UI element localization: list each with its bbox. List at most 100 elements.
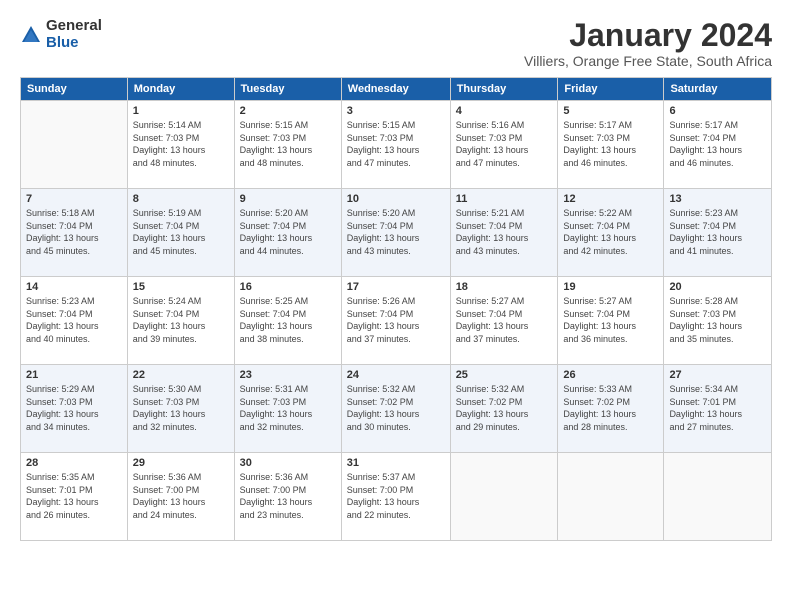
day-number: 29 [133,457,229,469]
logo-text: General Blue [46,18,102,51]
day-info: Sunrise: 5:26 AM Sunset: 7:04 PM Dayligh… [347,295,445,345]
day-info: Sunrise: 5:33 AM Sunset: 7:02 PM Dayligh… [563,383,658,433]
day-info: Sunrise: 5:36 AM Sunset: 7:00 PM Dayligh… [240,471,336,521]
table-row: 4 Sunrise: 5:16 AM Sunset: 7:03 PM Daylig… [450,101,558,189]
day-info: Sunrise: 5:24 AM Sunset: 7:04 PM Dayligh… [133,295,229,345]
table-row: 25 Sunrise: 5:32 AM Sunset: 7:02 PM Dayli… [450,365,558,453]
table-row: 30 Sunrise: 5:36 AM Sunset: 7:00 PM Dayli… [234,453,341,541]
day-number: 8 [133,193,229,205]
day-number: 17 [347,281,445,293]
header: General Blue January 2024 Villiers, Oran… [20,18,772,69]
table-row: 3Sunrise: 5:15 AM Sunset: 7:03 PM Daylig… [341,101,450,189]
day-number: 30 [240,457,336,469]
day-info: Sunrise: 5:14 AM Sunset: 7:03 PM Dayligh… [133,119,229,169]
header-friday: Friday [558,78,664,101]
table-row: 26Sunrise: 5:33 AM Sunset: 7:02 PM Dayli… [558,365,664,453]
day-number: 6 [669,105,766,117]
day-info: Sunrise: 5:22 AM Sunset: 7:04 PM Dayligh… [563,207,658,257]
day-number: 23 [240,369,336,381]
day-number: 22 [133,369,229,381]
day-info: Sunrise: 5:20 AM Sunset: 7:04 PM Dayligh… [347,207,445,257]
title-month: January 2024 [524,18,772,53]
table-row [21,101,128,189]
table-row: 24Sunrise: 5:32 AM Sunset: 7:02 PM Dayli… [341,365,450,453]
day-info: Sunrise: 5:21 AM Sunset: 7:04 PM Dayligh… [456,207,553,257]
header-saturday: Saturday [664,78,772,101]
day-number: 11 [456,193,553,205]
day-info: Sunrise: 5:17 AM Sunset: 7:04 PM Dayligh… [669,119,766,169]
logo-icon [20,24,42,46]
day-number: 31 [347,457,445,469]
day-info: Sunrise: 5:28 AM Sunset: 7:03 PM Dayligh… [669,295,766,345]
table-row: 13 Sunrise: 5:23 AM Sunset: 7:04 PM Dayli… [664,189,772,277]
day-info: Sunrise: 5:15 AM Sunset: 7:03 PM Dayligh… [240,119,336,169]
day-info: Sunrise: 5:31 AM Sunset: 7:03 PM Dayligh… [240,383,336,433]
table-row: 31 Sunrise: 5:37 AM Sunset: 7:00 PM Dayli… [341,453,450,541]
calendar-week-row: 1 Sunrise: 5:14 AM Sunset: 7:03 PM Daylig… [21,101,772,189]
table-row: 2 Sunrise: 5:15 AM Sunset: 7:03 PM Daylig… [234,101,341,189]
page: General Blue January 2024 Villiers, Oran… [0,0,792,612]
table-row: 29 Sunrise: 5:36 AM Sunset: 7:00 PM Dayli… [127,453,234,541]
day-info: Sunrise: 5:36 AM Sunset: 7:00 PM Dayligh… [133,471,229,521]
calendar-table: Sunday Monday Tuesday Wednesday Thursday… [20,77,772,541]
table-row: 9Sunrise: 5:20 AM Sunset: 7:04 PM Daylig… [234,189,341,277]
table-row: 6 Sunrise: 5:17 AM Sunset: 7:04 PM Daylig… [664,101,772,189]
title-location: Villiers, Orange Free State, South Afric… [524,53,772,69]
table-row: 7 Sunrise: 5:18 AM Sunset: 7:04 PM Daylig… [21,189,128,277]
calendar-week-row: 14 Sunrise: 5:23 AM Sunset: 7:04 PM Dayli… [21,277,772,365]
day-info: Sunrise: 5:37 AM Sunset: 7:00 PM Dayligh… [347,471,445,521]
day-number: 28 [26,457,122,469]
header-thursday: Thursday [450,78,558,101]
calendar-week-row: 28 Sunrise: 5:35 AM Sunset: 7:01 PM Dayli… [21,453,772,541]
table-row: 15 Sunrise: 5:24 AM Sunset: 7:04 PM Dayli… [127,277,234,365]
day-info: Sunrise: 5:34 AM Sunset: 7:01 PM Dayligh… [669,383,766,433]
logo: General Blue [20,18,102,51]
table-row: 12 Sunrise: 5:22 AM Sunset: 7:04 PM Dayli… [558,189,664,277]
table-row [664,453,772,541]
day-info: Sunrise: 5:23 AM Sunset: 7:04 PM Dayligh… [26,295,122,345]
header-monday: Monday [127,78,234,101]
day-info: Sunrise: 5:19 AM Sunset: 7:04 PM Dayligh… [133,207,229,257]
day-number: 15 [133,281,229,293]
day-info: Sunrise: 5:32 AM Sunset: 7:02 PM Dayligh… [456,383,553,433]
header-wednesday: Wednesday [341,78,450,101]
day-info: Sunrise: 5:16 AM Sunset: 7:03 PM Dayligh… [456,119,553,169]
table-row: 20Sunrise: 5:28 AM Sunset: 7:03 PM Dayli… [664,277,772,365]
table-row: 16 Sunrise: 5:25 AM Sunset: 7:04 PM Dayli… [234,277,341,365]
table-row: 10Sunrise: 5:20 AM Sunset: 7:04 PM Dayli… [341,189,450,277]
day-info: Sunrise: 5:27 AM Sunset: 7:04 PM Dayligh… [563,295,658,345]
table-row: 18Sunrise: 5:27 AM Sunset: 7:04 PM Dayli… [450,277,558,365]
day-info: Sunrise: 5:35 AM Sunset: 7:01 PM Dayligh… [26,471,122,521]
day-info: Sunrise: 5:30 AM Sunset: 7:03 PM Dayligh… [133,383,229,433]
day-number: 7 [26,193,122,205]
table-row [558,453,664,541]
day-number: 12 [563,193,658,205]
table-row: 1 Sunrise: 5:14 AM Sunset: 7:03 PM Daylig… [127,101,234,189]
day-number: 18 [456,281,553,293]
day-info: Sunrise: 5:25 AM Sunset: 7:04 PM Dayligh… [240,295,336,345]
table-row: 28 Sunrise: 5:35 AM Sunset: 7:01 PM Dayli… [21,453,128,541]
table-row: 21Sunrise: 5:29 AM Sunset: 7:03 PM Dayli… [21,365,128,453]
table-row: 22 Sunrise: 5:30 AM Sunset: 7:03 PM Dayli… [127,365,234,453]
day-info: Sunrise: 5:23 AM Sunset: 7:04 PM Dayligh… [669,207,766,257]
table-row [450,453,558,541]
day-number: 1 [133,105,229,117]
day-number: 19 [563,281,658,293]
day-info: Sunrise: 5:29 AM Sunset: 7:03 PM Dayligh… [26,383,122,433]
day-number: 2 [240,105,336,117]
table-row: 11 Sunrise: 5:21 AM Sunset: 7:04 PM Dayli… [450,189,558,277]
day-number: 13 [669,193,766,205]
day-number: 16 [240,281,336,293]
day-number: 4 [456,105,553,117]
header-sunday: Sunday [21,78,128,101]
day-info: Sunrise: 5:32 AM Sunset: 7:02 PM Dayligh… [347,383,445,433]
calendar-week-row: 21Sunrise: 5:29 AM Sunset: 7:03 PM Dayli… [21,365,772,453]
table-row: 8 Sunrise: 5:19 AM Sunset: 7:04 PM Daylig… [127,189,234,277]
day-number: 14 [26,281,122,293]
day-number: 25 [456,369,553,381]
day-number: 5 [563,105,658,117]
table-row: 5Sunrise: 5:17 AM Sunset: 7:03 PM Daylig… [558,101,664,189]
day-info: Sunrise: 5:18 AM Sunset: 7:04 PM Dayligh… [26,207,122,257]
logo-general: General [46,18,102,35]
header-tuesday: Tuesday [234,78,341,101]
